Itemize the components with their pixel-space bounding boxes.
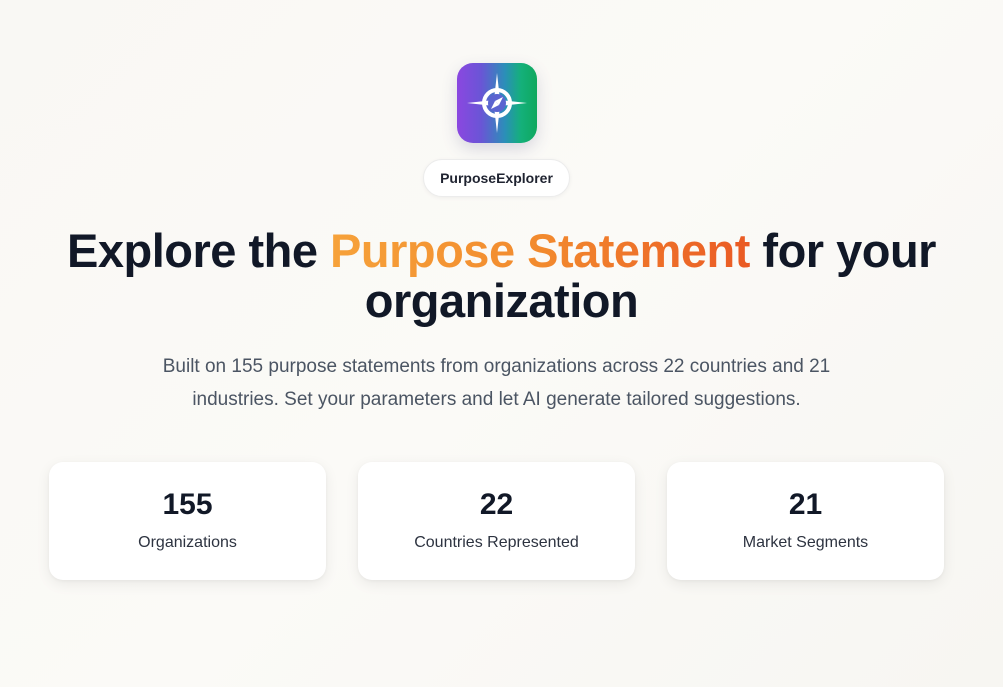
stat-card-organizations: 155 Organizations: [49, 462, 326, 580]
stat-label: Countries Represented: [414, 534, 579, 551]
brand-name-badge: PurposeExplorer: [423, 159, 570, 197]
page-title: Explore the Purpose Statement for your o…: [0, 226, 1003, 326]
app-logo: [457, 63, 537, 143]
stat-value: 22: [479, 488, 514, 521]
stat-card-countries: 22 Countries Represented: [358, 462, 635, 580]
title-suffix: for your: [749, 224, 936, 277]
title-line-2: organization: [364, 274, 639, 327]
title-highlight: Purpose Statement: [330, 224, 750, 277]
title-prefix: Explore the: [67, 224, 331, 277]
stat-label: Market Segments: [742, 534, 869, 551]
stat-value: 155: [162, 488, 213, 521]
page-subtitle: Built on 155 purpose statements from org…: [162, 356, 831, 410]
compass-icon: [467, 73, 527, 133]
stats-row: 155 Organizations 22 Countries Represent…: [49, 462, 945, 580]
stat-value: 21: [788, 488, 823, 521]
stat-label: Organizations: [138, 534, 237, 551]
landing-page: PurposeExplorer Explore the Purpose Stat…: [0, 0, 1003, 687]
stat-card-market-segments: 21 Market Segments: [667, 462, 944, 580]
